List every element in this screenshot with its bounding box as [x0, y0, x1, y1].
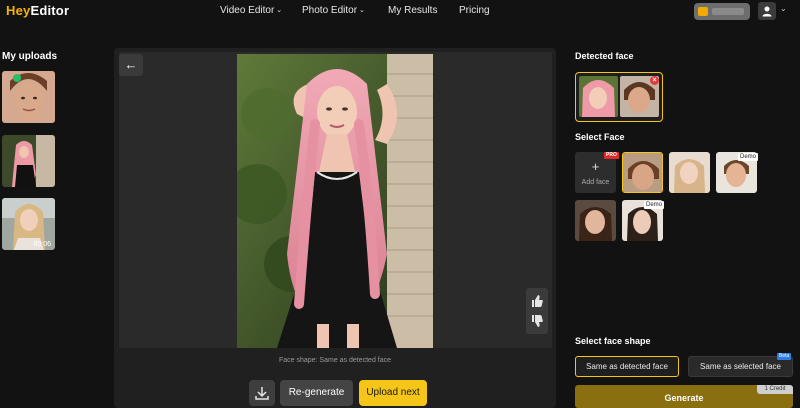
- upload-image-1: [2, 71, 55, 123]
- upload-thumbnail-1[interactable]: [2, 71, 55, 123]
- back-button[interactable]: ←: [119, 54, 143, 76]
- download-button[interactable]: [249, 380, 275, 406]
- face-option-1[interactable]: [622, 152, 663, 193]
- shape-same-as-detected-button[interactable]: Same as detected face: [575, 356, 679, 377]
- face-option-2-image: [669, 152, 710, 193]
- detected-face-1-image: [579, 76, 618, 117]
- detected-face-1: [579, 76, 618, 117]
- face-option-4-image: [575, 200, 616, 241]
- selected-check-icon: [13, 74, 21, 82]
- face-option-2[interactable]: [669, 152, 710, 193]
- nav-photo-editor-label: Photo Editor: [302, 5, 358, 16]
- regenerate-button[interactable]: Re-generate: [280, 380, 353, 406]
- logo-part-editor: Editor: [30, 3, 70, 18]
- beta-badge: Beta: [777, 353, 792, 360]
- credit-cost-badge: 1 Credit: [757, 385, 793, 394]
- credits-pill[interactable]: [694, 3, 750, 20]
- plus-icon: +: [591, 159, 600, 174]
- pro-badge: PRO: [604, 152, 619, 159]
- add-face-label: Add face: [581, 179, 610, 186]
- nav-pricing[interactable]: Pricing: [459, 5, 490, 16]
- credits-balance-blurred: [712, 8, 744, 15]
- logo[interactable]: HeyEditor: [6, 3, 69, 18]
- uploads-title: My uploads: [2, 51, 58, 62]
- thumbs-down-icon[interactable]: [530, 314, 544, 328]
- nav-my-results-label: My Results: [388, 5, 438, 16]
- upload-thumbnail-3[interactable]: 00:06: [2, 198, 55, 250]
- face-option-1-image: [623, 153, 662, 192]
- nav-video-editor[interactable]: Video Editor ⌄: [220, 5, 282, 16]
- upload-image-2: [2, 135, 55, 187]
- chevron-down-icon[interactable]: ⌄: [780, 4, 787, 13]
- nav-pricing-label: Pricing: [459, 5, 490, 16]
- feedback-box: [526, 288, 548, 334]
- face-shape-caption: Face shape: Same as detected face: [278, 357, 392, 364]
- demo-badge: Demo: [738, 153, 759, 161]
- result-image: [237, 54, 433, 348]
- detected-face-card[interactable]: ×: [575, 72, 663, 122]
- user-icon: [762, 6, 772, 17]
- nav-my-results[interactable]: My Results: [388, 5, 437, 16]
- account-avatar-button[interactable]: [758, 2, 776, 20]
- video-duration: 00:06: [33, 241, 51, 248]
- chevron-down-icon: ⌄: [359, 7, 365, 14]
- select-face-title: Select Face: [575, 132, 625, 142]
- top-bar: HeyEditor Video Editor ⌄ Photo Editor ⌄ My…: [0, 0, 800, 24]
- thumbs-up-icon[interactable]: [530, 294, 544, 308]
- upload-next-button[interactable]: Upload next: [359, 380, 427, 406]
- result-photo: [237, 54, 433, 348]
- download-icon: [255, 387, 269, 400]
- demo-badge: Demo: [644, 201, 665, 209]
- remove-face-icon[interactable]: ×: [650, 76, 659, 85]
- logo-part-hey: Hey: [6, 3, 31, 18]
- chevron-down-icon: ⌄: [276, 7, 283, 14]
- upload-thumbnail-2[interactable]: [2, 135, 55, 187]
- detected-face-title: Detected face: [575, 51, 634, 61]
- select-face-shape-title: Select face shape: [575, 336, 651, 346]
- face-option-4[interactable]: [575, 200, 616, 241]
- nav-photo-editor[interactable]: Photo Editor ⌄: [302, 5, 365, 16]
- nav-video-editor-label: Video Editor: [220, 5, 275, 16]
- coin-icon: [698, 7, 708, 16]
